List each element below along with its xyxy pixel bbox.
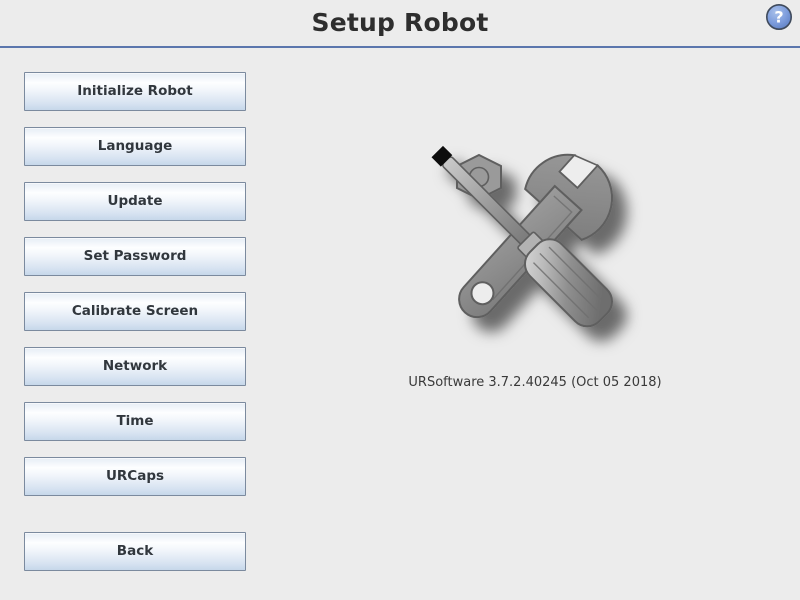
setup-menu: Initialize Robot Language Update Set Pas… xyxy=(24,72,246,587)
sidebar-item-initialize-robot[interactable]: Initialize Robot xyxy=(24,72,246,111)
sidebar-item-language[interactable]: Language xyxy=(24,127,246,166)
wrench-and-screwdriver-icon xyxy=(395,110,655,370)
sidebar-item-network[interactable]: Network xyxy=(24,347,246,386)
page-title: Setup Robot xyxy=(311,8,489,37)
sidebar-item-calibrate-screen[interactable]: Calibrate Screen xyxy=(24,292,246,331)
header-bar: Setup Robot ? xyxy=(0,0,800,48)
software-version-label: URSoftware 3.7.2.40245 (Oct 05 2018) xyxy=(408,375,662,390)
content-panel: URSoftware 3.7.2.40245 (Oct 05 2018) xyxy=(270,50,800,600)
sidebar-item-urcaps[interactable]: URCaps xyxy=(24,457,246,496)
sidebar-item-update[interactable]: Update xyxy=(24,182,246,221)
back-button[interactable]: Back xyxy=(24,532,246,571)
svg-text:?: ? xyxy=(774,8,783,27)
sidebar-item-set-password[interactable]: Set Password xyxy=(24,237,246,276)
help-button[interactable]: ? xyxy=(764,2,794,32)
sidebar-item-time[interactable]: Time xyxy=(24,402,246,441)
help-question-circle-icon: ? xyxy=(766,4,792,30)
